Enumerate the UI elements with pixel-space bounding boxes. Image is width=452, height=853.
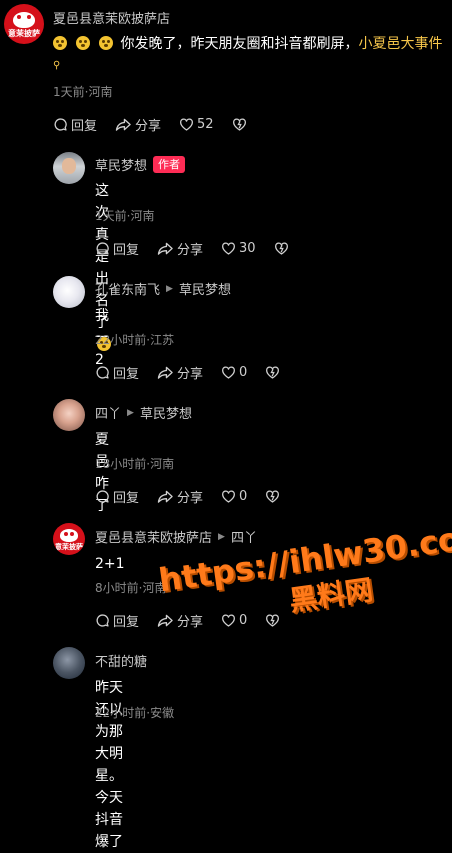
reply-button[interactable]: 回复 xyxy=(95,363,139,382)
comment-text: 你发晚了，昨天朋友圈和抖音都刷屏，小夏邑大事件 ⚲ xyxy=(53,33,443,81)
reply-icon xyxy=(95,613,110,628)
mention-link[interactable]: 小夏邑大事件 xyxy=(358,36,442,52)
flushed-emoji-icon xyxy=(99,36,113,50)
dislike-button[interactable] xyxy=(232,117,250,132)
dislike-button[interactable] xyxy=(274,241,292,256)
comment-username[interactable]: 不甜的糖 xyxy=(95,651,147,670)
reply-to-username[interactable]: 四丫 xyxy=(231,527,257,546)
shop-logo-icon xyxy=(60,528,78,542)
heart-icon xyxy=(221,489,236,504)
avatar[interactable] xyxy=(53,647,85,679)
share-button[interactable]: 分享 xyxy=(157,239,203,258)
reply-to-username[interactable]: 草民梦想 xyxy=(179,279,231,298)
avatar[interactable]: 意茉披萨 xyxy=(4,4,44,44)
like-button[interactable]: 30 xyxy=(221,241,256,256)
share-icon xyxy=(157,365,174,380)
avatar-logo-text: 意茉披萨 xyxy=(55,542,83,551)
reply-label: 回复 xyxy=(71,119,98,134)
reply-icon xyxy=(95,489,110,504)
reply-arrow-icon: ▶ xyxy=(218,531,225,542)
author-badge: 作者 xyxy=(153,156,186,173)
reply-label: 回复 xyxy=(113,615,140,630)
reply-arrow-icon: ▶ xyxy=(127,407,134,418)
comment-meta: 22小时前·江苏 xyxy=(95,333,175,347)
comment-username[interactable]: 夏邑县意茉欧披萨店 xyxy=(95,527,212,546)
like-count: 52 xyxy=(197,117,214,132)
comment-meta: 8小时前·河南 xyxy=(95,581,167,595)
like-count: 0 xyxy=(239,365,248,380)
broken-heart-icon xyxy=(274,241,289,256)
share-button[interactable]: 分享 xyxy=(157,363,203,382)
flushed-emoji-icon xyxy=(53,36,67,50)
dislike-button[interactable] xyxy=(265,489,283,504)
dislike-button[interactable] xyxy=(265,365,283,380)
comment-meta: 22小时前·安徽 xyxy=(95,706,175,720)
like-count: 30 xyxy=(239,241,256,256)
comment-meta: 1天前·河南 xyxy=(95,209,155,223)
avatar[interactable] xyxy=(53,399,85,431)
share-label: 分享 xyxy=(177,491,204,506)
reply-icon xyxy=(95,365,110,380)
avatar-logo-text: 意茉披萨 xyxy=(8,29,40,38)
reply-button[interactable]: 回复 xyxy=(53,115,97,134)
comment-text-body: 你发晚了，昨天朋友圈和抖音都刷屏， xyxy=(120,36,359,52)
avatar[interactable] xyxy=(53,152,85,184)
comment-meta: 18小时前·河南 xyxy=(95,457,175,471)
share-icon xyxy=(157,241,174,256)
share-label: 分享 xyxy=(177,243,204,258)
like-button[interactable]: 0 xyxy=(221,365,247,380)
reply-label: 回复 xyxy=(113,491,140,506)
shop-logo-icon xyxy=(13,12,35,28)
reply-button[interactable]: 回复 xyxy=(95,239,139,258)
heart-icon xyxy=(179,117,194,132)
like-button[interactable]: 52 xyxy=(179,117,214,132)
avatar[interactable]: 意茉披萨 xyxy=(53,523,85,555)
reply-icon xyxy=(95,241,110,256)
avatar[interactable] xyxy=(53,276,85,308)
comment-username[interactable]: 四丫 xyxy=(95,403,121,422)
reply-to-username[interactable]: 草民梦想 xyxy=(140,403,192,422)
like-button[interactable]: 0 xyxy=(221,489,247,504)
comment-meta: 1天前·河南 xyxy=(53,85,113,99)
share-button[interactable]: 分享 xyxy=(157,487,203,506)
comment-username[interactable]: 夏邑县意茉欧披萨店 xyxy=(53,8,170,27)
share-icon xyxy=(157,489,174,504)
flushed-emoji-icon xyxy=(76,36,90,50)
reply-icon xyxy=(53,117,68,132)
share-label: 分享 xyxy=(177,367,204,382)
broken-heart-icon xyxy=(265,489,280,504)
search-icon[interactable]: ⚲ xyxy=(53,60,60,71)
share-button[interactable]: 分享 xyxy=(115,115,161,134)
reply-button[interactable]: 回复 xyxy=(95,487,139,506)
reply-label: 回复 xyxy=(113,243,140,258)
reply-button[interactable]: 回复 xyxy=(95,611,139,630)
reply-label: 回复 xyxy=(113,367,140,382)
share-label: 分享 xyxy=(135,119,162,134)
comment-username[interactable]: 孔雀东南飞 xyxy=(95,279,160,298)
heart-icon xyxy=(221,365,236,380)
comment-text: 2+1 xyxy=(95,556,125,572)
comment-username[interactable]: 草民梦想 xyxy=(95,155,147,174)
share-icon xyxy=(115,117,132,132)
broken-heart-icon xyxy=(265,365,280,380)
reply-arrow-icon: ▶ xyxy=(166,283,173,294)
like-count: 0 xyxy=(239,489,248,504)
broken-heart-icon xyxy=(232,117,247,132)
heart-icon xyxy=(221,241,236,256)
